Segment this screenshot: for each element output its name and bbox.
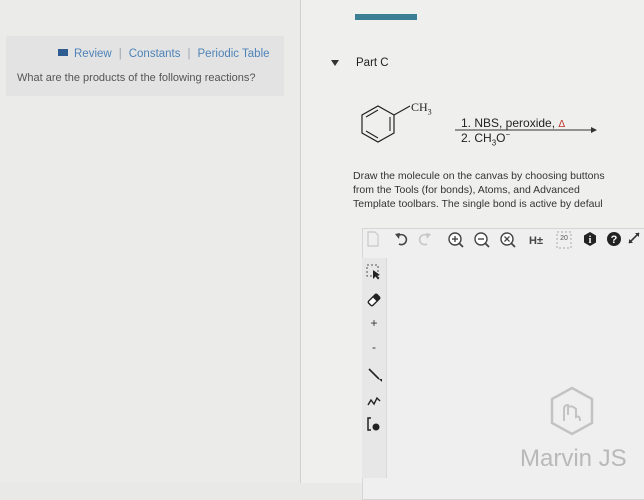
part-progress-indicator	[355, 14, 417, 20]
redo-icon[interactable]	[416, 231, 434, 251]
separator: |	[118, 48, 122, 60]
increase-charge-button[interactable]: +	[366, 316, 382, 330]
resources-bar: Review | Constants | Periodic Table	[58, 48, 270, 60]
new-document-icon[interactable]	[364, 231, 382, 251]
methyl-label: CH3	[411, 100, 432, 117]
separator: |	[187, 48, 191, 60]
instruction-line: Draw the molecule on the canvas by choos…	[353, 170, 605, 182]
periodic-table-link[interactable]: Periodic Table	[198, 48, 270, 60]
review-link[interactable]: Review	[74, 48, 112, 60]
info-button[interactable]: i	[580, 231, 600, 251]
eraser-tool-icon[interactable]	[366, 292, 382, 311]
single-bond-tool-icon[interactable]	[366, 366, 382, 385]
part-title: Part C	[356, 57, 389, 69]
zoom-out-icon[interactable]	[472, 231, 492, 251]
reaction-step-2: 2. CH3O−	[461, 130, 511, 148]
drawing-instructions: Draw the molecule on the canvas by choos…	[353, 169, 644, 211]
bracket-tool-icon[interactable]	[366, 416, 382, 435]
help-button[interactable]: ?	[604, 231, 624, 251]
zoom-reset-icon[interactable]	[498, 231, 518, 251]
chain-tool-icon[interactable]	[366, 392, 382, 411]
marvin-js-brand: Marvin JS	[520, 445, 627, 472]
instruction-line: from the Tools (for bonds), Atoms, and A…	[353, 184, 580, 196]
left-toolbar: + -	[362, 258, 387, 478]
atom-numbering-button[interactable]: 20	[554, 231, 574, 251]
explicit-hydrogens-button[interactable]: H±	[526, 231, 546, 251]
info-icon: i	[589, 235, 592, 246]
fullscreen-icon[interactable]	[626, 231, 642, 251]
question-text: What are the products of the following r…	[17, 72, 256, 84]
zoom-in-icon[interactable]	[446, 231, 466, 251]
top-toolbar: H± 20 i ?	[362, 231, 644, 255]
decrease-charge-button[interactable]: -	[366, 340, 382, 354]
help-icon: ?	[611, 234, 618, 246]
zoom-level-value: 20	[560, 235, 568, 242]
problem-intro-panel	[6, 36, 284, 96]
selection-tool-icon[interactable]	[366, 264, 382, 283]
collapse-caret-icon[interactable]	[331, 60, 339, 66]
benzene-ring-structure	[361, 105, 411, 143]
constants-link[interactable]: Constants	[129, 48, 181, 60]
review-icon	[58, 49, 68, 56]
instruction-line: Template toolbars. The single bond is ac…	[353, 198, 603, 210]
marvin-logo-icon	[550, 386, 594, 436]
undo-icon[interactable]	[392, 231, 410, 251]
